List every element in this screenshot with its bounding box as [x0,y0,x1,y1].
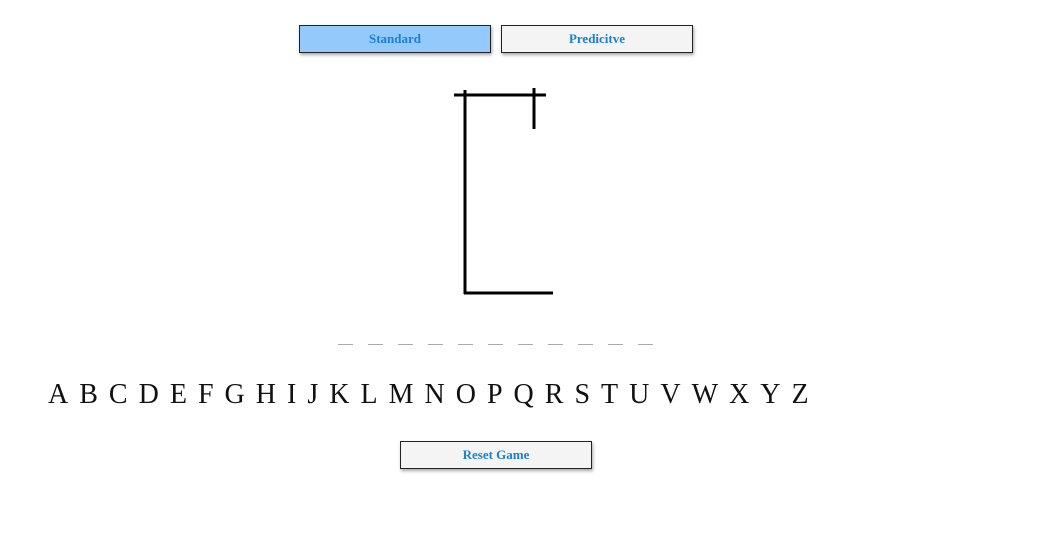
letter-key-x[interactable]: X [729,378,749,412]
letter-blank [518,344,533,345]
letter-key-f[interactable]: F [198,378,214,412]
letter-key-a[interactable]: A [48,378,68,412]
letter-key-g[interactable]: G [225,378,245,412]
predictive-mode-button[interactable]: Predicitve [501,25,693,53]
letter-key-t[interactable]: T [601,378,618,412]
letter-key-m[interactable]: M [389,378,414,412]
letter-blank [368,344,383,345]
letter-blank [608,344,623,345]
letter-key-w[interactable]: W [692,378,718,412]
letter-blank [638,344,653,345]
letter-blank [488,344,503,345]
letter-blank [338,344,353,345]
letter-key-d[interactable]: D [139,378,159,412]
letter-key-k[interactable]: K [329,378,349,412]
letter-blank [548,344,563,345]
letter-key-v[interactable]: V [660,378,680,412]
letter-key-o[interactable]: O [456,378,476,412]
alphabet-keyboard: ABCDEFGHIJKLMNOPQRSTUVWXYZ [48,378,968,412]
letter-key-u[interactable]: U [629,378,649,412]
letter-key-p[interactable]: P [487,378,503,412]
standard-mode-button[interactable]: Standard [299,25,491,53]
letter-blank [458,344,473,345]
letter-key-n[interactable]: N [424,378,444,412]
letter-key-z[interactable]: Z [792,378,809,412]
letter-blank [398,344,413,345]
letter-key-l[interactable]: L [360,378,377,412]
word-blanks [336,334,660,350]
letter-key-e[interactable]: E [170,378,187,412]
letter-key-c[interactable]: C [109,378,128,412]
letter-key-b[interactable]: B [79,378,98,412]
letter-blank [428,344,443,345]
letter-key-q[interactable]: Q [514,378,534,412]
letter-key-s[interactable]: S [574,378,590,412]
letter-key-y[interactable]: Y [760,378,780,412]
letter-key-j[interactable]: J [307,378,318,412]
reset-game-button[interactable]: Reset Game [400,441,592,469]
letter-key-i[interactable]: I [287,378,296,412]
letter-blank [578,344,593,345]
letter-key-r[interactable]: R [545,378,564,412]
letter-key-h[interactable]: H [256,378,276,412]
gallows-drawing [454,88,553,295]
